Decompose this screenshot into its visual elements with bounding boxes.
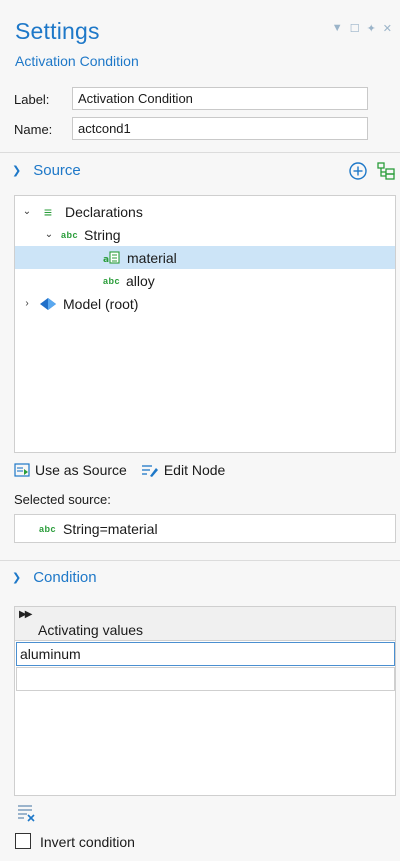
tree-item-label: String — [84, 226, 121, 243]
tree-item-label: alloy — [126, 272, 155, 289]
source-toolbar: Use as Source Edit Node — [14, 462, 225, 478]
invert-condition-label: Invert condition — [40, 834, 135, 850]
label-field[interactable]: Activation Condition — [72, 87, 368, 110]
label-caption: Label: — [14, 92, 50, 107]
selected-source-value: String=material — [63, 520, 158, 537]
divider — [0, 560, 400, 561]
activating-values-table: ▶▶ Activating values aluminum — [14, 606, 396, 796]
edit-node-icon — [141, 465, 158, 477]
use-as-source-icon — [14, 463, 30, 477]
tree-item-label: material — [127, 249, 177, 266]
table-cell[interactable] — [16, 667, 395, 691]
edit-node-label: Edit Node — [163, 462, 226, 478]
source-tree[interactable]: ⌄ ≡ Declarations ⌄ abc String a material… — [14, 195, 396, 453]
table-cell[interactable]: aluminum — [16, 642, 395, 666]
tree-item-declarations[interactable]: ⌄ ≡ Declarations — [15, 200, 395, 223]
chevron-down-icon: ❯ — [12, 572, 22, 584]
variable-icon: a — [103, 250, 120, 265]
table-column-header: Activating values — [38, 622, 144, 638]
condition-section-header[interactable]: ❯ Condition — [12, 569, 97, 586]
use-as-source-label: Use as Source — [35, 462, 127, 478]
table-header[interactable]: ▶▶ Activating values — [15, 607, 395, 641]
invert-condition-checkbox[interactable] — [15, 833, 31, 849]
tree-item-material[interactable]: a material — [15, 246, 395, 269]
tree-item-label: Model (root) — [63, 295, 139, 312]
pin-icon[interactable]: ✦ — [367, 22, 376, 35]
name-caption: Name: — [14, 122, 53, 137]
window-controls: ▼ ☐ ✦ ✕ — [332, 22, 392, 35]
dropdown-icon[interactable]: ▼ — [332, 22, 343, 35]
chevron-down-icon: ❯ — [12, 165, 22, 177]
svg-text:a: a — [103, 255, 109, 265]
chevron-down-icon[interactable]: ⌄ — [43, 229, 55, 240]
selected-source-field: abc String=material — [14, 514, 396, 543]
tree-item-label: Declarations — [65, 203, 143, 220]
name-field[interactable]: actcond1 — [72, 117, 368, 140]
maximize-icon[interactable]: ☐ — [350, 22, 360, 35]
selected-source-caption: Selected source: — [14, 492, 111, 507]
condition-section-title: Condition — [33, 569, 97, 586]
source-section-header[interactable]: ❯ Source — [12, 162, 81, 179]
tree-item-string[interactable]: ⌄ abc String — [15, 223, 395, 246]
chevron-right-icon[interactable]: › — [21, 298, 33, 309]
abc-icon: abc — [103, 275, 121, 286]
edit-node-button[interactable]: Edit Node — [141, 462, 225, 478]
settings-panel: Settings Activation Condition ▼ ☐ ✦ ✕ La… — [0, 0, 400, 861]
clear-table-icon[interactable] — [17, 804, 37, 822]
add-node-icon[interactable] — [375, 160, 397, 182]
close-icon[interactable]: ✕ — [383, 22, 392, 35]
divider — [0, 152, 400, 153]
source-section-title: Source — [33, 162, 81, 179]
abc-icon: abc — [39, 523, 57, 534]
page-subtitle: Activation Condition — [15, 53, 139, 69]
model-icon — [40, 297, 56, 310]
tree-item-model-root[interactable]: › Model (root) — [15, 292, 395, 315]
declarations-icon: ≡ — [43, 203, 53, 220]
abc-icon: abc — [61, 229, 79, 240]
tree-item-alloy[interactable]: abc alloy — [15, 269, 395, 292]
chevron-down-icon[interactable]: ⌄ — [21, 206, 33, 217]
sort-arrows-icon[interactable]: ▶▶ — [19, 609, 32, 620]
add-icon[interactable] — [348, 161, 368, 181]
page-title: Settings — [15, 18, 100, 44]
use-as-source-button[interactable]: Use as Source — [14, 462, 127, 478]
